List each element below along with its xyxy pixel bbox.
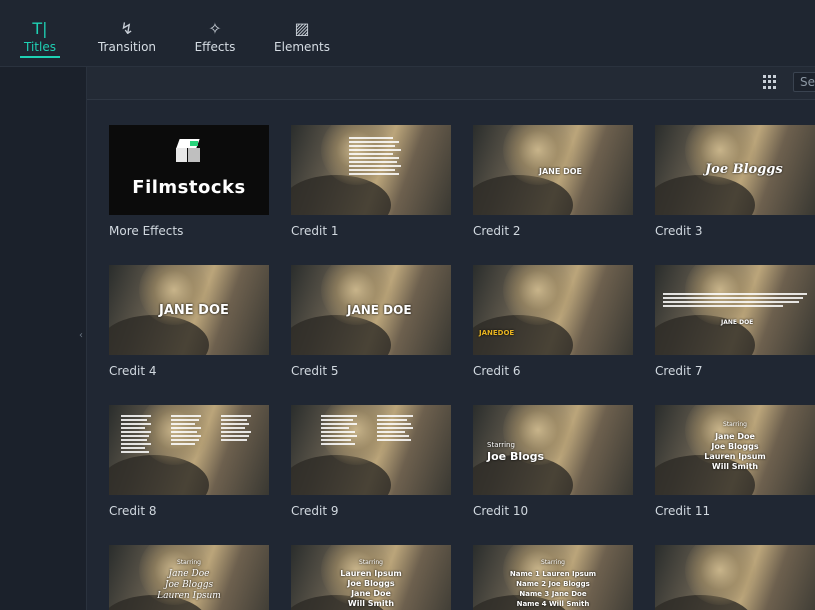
filmstocks-logo-icon [176,139,200,163]
thumbnail-overlay-text: Joe Blogs [487,450,545,463]
title-item-credit-7[interactable]: JANE DOE Credit 7 [655,265,815,378]
library-toolbar: Se [87,67,815,100]
tab-effects-label: Effects [194,40,236,54]
title-item-more-effects[interactable]: Filmstocks More Effects [109,125,269,238]
title-item-credit-10[interactable]: Starring Joe Blogs Credit 10 [473,405,633,518]
item-label: Credit 6 [473,364,521,378]
transition-icon: ↯ [120,19,134,38]
title-thumbnail: Starring Lauren Ipsum Joe Bloggs Jane Doe W… [291,545,451,610]
title-item[interactable] [655,545,815,610]
item-label: Credit 2 [473,224,521,238]
title-thumbnail: Starring Jane Doe Joe Bloggs Lauren Ipsum [109,545,269,610]
title-item-credit-9[interactable]: Credit 9 [291,405,451,518]
thumbnail-overlay-text: JANE DOE [721,319,754,326]
title-item-credit-1[interactable]: Credit 1 [291,125,451,238]
title-thumbnail: JANE DOE [473,125,633,215]
tab-transition[interactable]: ↯ Transition [96,18,158,54]
thumbnail-overlay-text: Joe Bloggs [705,162,783,177]
titles-grid: Filmstocks More Effects Credit 1 JANE DO… [87,100,815,610]
grid-view-icon[interactable] [763,75,777,89]
effects-icon: ✧ [208,19,222,38]
title-thumbnail: Starring Name 1 Lauren Ipsum Name 2 Joe B… [473,545,633,610]
title-item-credit-2[interactable]: JANE DOE Credit 2 [473,125,633,238]
thumbnail-overlay-list: Lauren Ipsum Joe Bloggs Jane Doe Will Smith [340,569,402,608]
thumbnail-overlay-subtext: Starring [177,559,201,566]
title-item-credit-4[interactable]: JANE DOE Credit 4 [109,265,269,378]
item-label: Credit 9 [291,504,339,518]
filmstocks-logo-text: Filmstocks [132,177,246,198]
tab-elements[interactable]: ▨ Elements [273,18,331,54]
title-thumbnail: Joe Bloggs [655,125,815,215]
credit-text-lines [171,415,201,445]
title-item-credit-6[interactable]: JANEDOE Credit 6 [473,265,633,378]
titles-icon: T| [32,19,48,38]
thumbnail-overlay-text: JANE DOE [347,303,412,317]
title-item-credit-3[interactable]: Joe Bloggs Credit 3 [655,125,815,238]
top-tab-bar: T| Titles ↯ Transition ✧ Effects ▨ Eleme… [0,0,815,67]
item-label: Credit 5 [291,364,339,378]
thumbnail-overlay-subtext: Starring [359,559,383,566]
item-label: Credit 3 [655,224,703,238]
thumbnail-overlay-text: JANE DOE [539,167,583,176]
item-label: Credit 1 [291,224,339,238]
thumbnail-overlay-list: Name 1 Lauren Ipsum Name 2 Joe Bloggs Name… [509,570,597,608]
title-thumbnail: Starring Joe Blogs [473,405,633,495]
tab-elements-label: Elements [274,40,330,54]
title-thumbnail [655,545,815,610]
item-label: Credit 7 [655,364,703,378]
title-thumbnail: JANEDOE [473,265,633,355]
filmstocks-thumbnail: Filmstocks [109,125,269,215]
elements-icon: ▨ [294,19,310,38]
thumbnail-overlay-text: JANEDOE [479,329,515,337]
credit-text-lines [221,415,251,441]
credit-text-lines [377,415,413,441]
credit-text-lines [663,293,807,307]
title-thumbnail [109,405,269,495]
title-item-credit-11[interactable]: Starring Jane Doe Joe Bloggs Lauren Ipsum W… [655,405,815,518]
thumbnail-overlay-text: JANE DOE [159,303,229,318]
collapse-sidebar-icon[interactable]: ‹ [79,330,83,341]
tab-transition-label: Transition [97,40,157,54]
title-item[interactable]: Starring Lauren Ipsum Joe Bloggs Jane Doe W… [291,545,451,610]
search-input[interactable]: Se [793,72,815,92]
tab-titles-label: Titles [24,40,56,54]
active-tab-underline [20,56,60,58]
title-thumbnail: JANE DOE [655,265,815,355]
title-thumbnail [291,125,451,215]
title-item-credit-8[interactable]: Credit 8 [109,405,269,518]
item-label: Credit 11 [655,504,711,518]
thumbnail-overlay-subtext: Starring [487,441,515,449]
credit-text-lines [321,415,357,445]
title-item[interactable]: Starring Name 1 Lauren Ipsum Name 2 Joe B… [473,545,633,610]
tab-effects[interactable]: ✧ Effects [193,18,237,54]
item-label: More Effects [109,224,184,238]
credit-text-lines [121,415,151,453]
title-thumbnail: Starring Jane Doe Joe Bloggs Lauren Ipsum W… [655,405,815,495]
tab-titles[interactable]: T| Titles [20,18,60,58]
item-label: Credit 10 [473,504,529,518]
title-thumbnail [291,405,451,495]
item-label: Credit 8 [109,504,157,518]
title-thumbnail: JANE DOE [109,265,269,355]
credit-text-lines [349,137,401,175]
thumbnail-overlay-list: Jane Doe Joe Bloggs Lauren Ipsum Will Smith [704,432,766,471]
title-thumbnail: JANE DOE [291,265,451,355]
title-item[interactable]: Starring Jane Doe Joe Bloggs Lauren Ipsum [109,545,269,610]
thumbnail-overlay-subtext: Starring [541,559,565,566]
title-item-credit-5[interactable]: JANE DOE Credit 5 [291,265,451,378]
item-label: Credit 4 [109,364,157,378]
category-sidebar: ‹ [0,67,87,610]
thumbnail-overlay-list: Jane Doe Joe Bloggs Lauren Ipsum [157,569,221,601]
thumbnail-overlay-subtext: Starring [723,421,747,428]
